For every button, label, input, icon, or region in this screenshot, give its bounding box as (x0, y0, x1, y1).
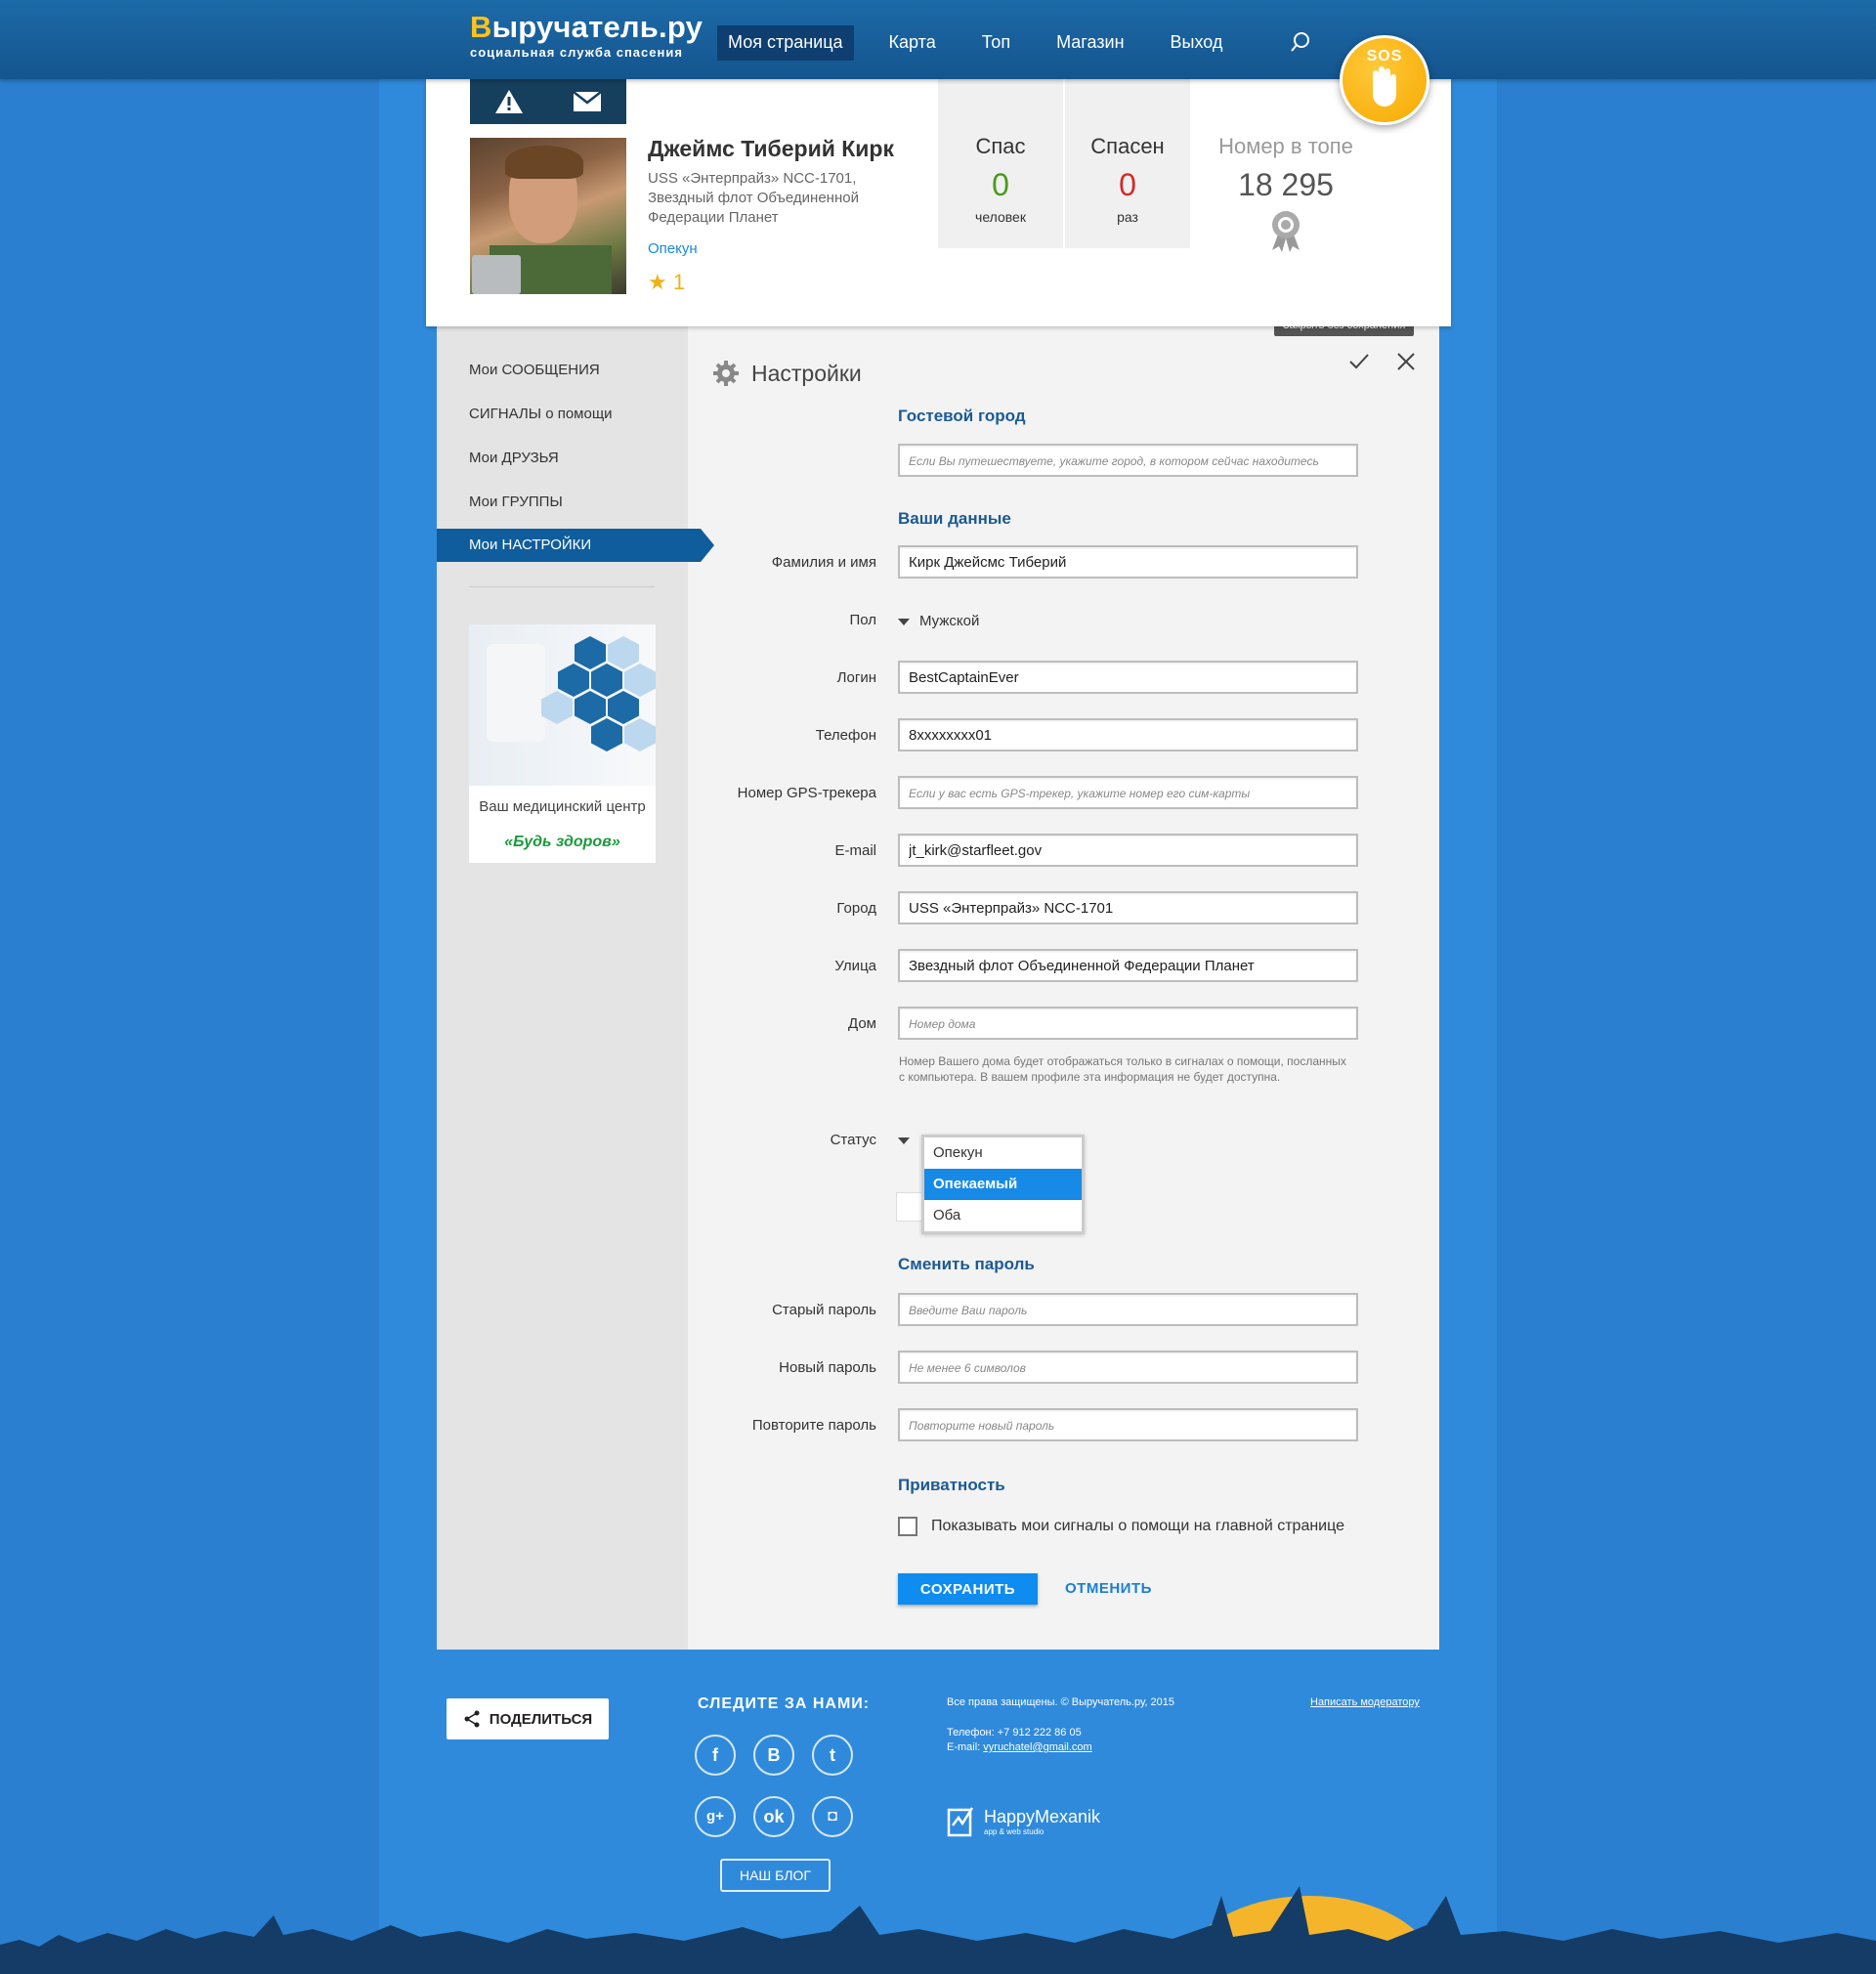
fullname-label: Фамилия и имя (771, 554, 876, 571)
profile-card: Джеймс Тиберий Кирк USS «Энтерпрайз» NCC… (426, 79, 1451, 326)
nav-logout[interactable]: Выход (1160, 25, 1234, 61)
nav-map[interactable]: Карта (878, 25, 947, 61)
ad-image (469, 624, 656, 786)
status-option[interactable]: Опекун (924, 1137, 1082, 1169)
nav-my-page[interactable]: Моя страница (717, 25, 854, 61)
star-icon: ★ (648, 270, 667, 294)
caret-down-icon (898, 1137, 910, 1144)
street-label: Улица (834, 958, 876, 974)
stat-rescued: Спасен 0 раз (1065, 79, 1190, 248)
login-label: Логин (836, 669, 876, 686)
profile-role[interactable]: Опекун (648, 240, 698, 257)
house-hint: Номер Вашего дома будет отображаться тол… (899, 1054, 1346, 1084)
street-field[interactable] (898, 949, 1358, 982)
nav-top[interactable]: Топ (971, 25, 1021, 61)
top-header: Выручатель.ру социальная служба спасения… (0, 0, 1876, 79)
google-plus-icon[interactable]: g+ (695, 1796, 736, 1837)
gear-icon (713, 361, 739, 386)
status-label: Статус (830, 1132, 876, 1148)
page-title: Настройки (751, 361, 862, 386)
repeat-password-label: Повторите пароль (751, 1417, 876, 1434)
logo-subtitle: социальная служба спасения (470, 45, 683, 60)
instagram-icon[interactable]: ◘ (812, 1796, 853, 1837)
hand-icon (1373, 66, 1396, 107)
studio-logo-icon (947, 1807, 974, 1837)
guest-city-heading: Гостевой город (898, 407, 1026, 425)
phone-label: Телефон (815, 727, 876, 744)
old-password-field[interactable] (898, 1293, 1358, 1326)
facebook-icon[interactable]: f (695, 1735, 736, 1776)
sidebar-item-signals[interactable]: СИГНАЛЫ о помощи (437, 398, 688, 431)
privacy-heading: Приватность (898, 1476, 1005, 1494)
cancel-button[interactable]: ОТМЕНИТЬ (1065, 1580, 1152, 1597)
mail-icon[interactable] (548, 79, 626, 124)
search-icon[interactable] (1290, 31, 1311, 53)
new-password-label: Новый пароль (779, 1359, 876, 1376)
twitter-icon[interactable]: t (812, 1735, 853, 1776)
stat-saved: Спас 0 человек (938, 79, 1063, 248)
your-data-heading: Ваши данные (898, 509, 1011, 528)
footer-phone: Телефон: +7 912 222 86 05 (947, 1727, 1082, 1738)
caret-down-icon (898, 618, 910, 625)
check-icon[interactable] (1348, 351, 1370, 372)
sidebar-item-groups[interactable]: Мои ГРУППЫ (437, 486, 688, 519)
alert-icon[interactable] (470, 79, 548, 124)
gender-select[interactable]: Мужской (898, 613, 979, 629)
gps-field[interactable] (898, 776, 1358, 809)
email-field[interactable] (898, 834, 1358, 867)
email-label: E-mail (834, 842, 876, 859)
login-field[interactable] (898, 661, 1358, 694)
site-logo[interactable]: Выручатель.ру социальная служба спасения (470, 10, 703, 60)
house-field[interactable] (898, 1007, 1358, 1040)
follow-heading: СЛЕДИТЕ ЗА НАМИ: (698, 1695, 871, 1712)
ad-banner[interactable]: Ваш медицинский центр «Будь здоров» (469, 624, 656, 863)
old-password-label: Старый пароль (772, 1302, 876, 1318)
gps-label: Номер GPS-трекера (737, 785, 876, 801)
status-option-selected[interactable]: Опекаемый (924, 1169, 1082, 1200)
odnoklassniki-icon[interactable]: ok (753, 1796, 794, 1837)
status-dropdown: Опекун Опекаемый Оба (921, 1135, 1085, 1234)
footer-email-link[interactable]: vyruchatel@gmail.com (983, 1741, 1091, 1753)
sidebar-item-friends[interactable]: Мои ДРУЗЬЯ (437, 442, 688, 475)
main-nav: Моя страница Карта Топ Магазин Выход (717, 25, 1258, 61)
share-button[interactable]: ПОДЕЛИТЬСЯ (447, 1698, 609, 1739)
top-rank: Номер в топе 18 295 (1188, 134, 1384, 257)
divider (469, 586, 655, 587)
studio-logo[interactable]: HappyMexanik app & web studio (947, 1804, 1100, 1839)
privacy-checkbox-label[interactable]: Показывать мои сигналы о помощи на главн… (931, 1518, 1344, 1535)
main-panel: Мои СООБЩЕНИЯ СИГНАЛЫ о помощи Мои ДРУЗЬ… (437, 315, 1439, 1650)
save-button[interactable]: СОХРАНИТЬ (898, 1573, 1038, 1605)
copyright: Все права защищены. © Выручатель.ру, 201… (947, 1696, 1174, 1708)
profile-description: USS «Энтерпрайз» NCC-1701, Звездный флот… (648, 170, 859, 226)
close-icon[interactable] (1395, 351, 1417, 372)
repeat-password-field[interactable] (898, 1408, 1358, 1441)
award-icon (1272, 211, 1300, 252)
profile-name: Джеймс Тиберий Кирк (648, 136, 894, 161)
vk-icon[interactable]: B (753, 1735, 794, 1776)
avatar (470, 138, 626, 294)
gender-label: Пол (849, 612, 876, 628)
sidebar: Мои СООБЩЕНИЯ СИГНАЛЫ о помощи Мои ДРУЗЬ… (437, 326, 714, 1650)
new-password-field[interactable] (898, 1351, 1358, 1384)
share-icon (464, 1710, 480, 1728)
moderator-link[interactable]: Написать модератору (1310, 1696, 1420, 1708)
grass-silhouette (0, 1886, 1876, 1974)
privacy-checkbox[interactable] (898, 1517, 917, 1536)
password-heading: Сменить пароль (898, 1255, 1035, 1273)
house-label: Дом (848, 1015, 876, 1032)
status-option[interactable]: Оба (924, 1200, 1082, 1231)
city-field[interactable] (898, 891, 1358, 924)
sidebar-item-messages[interactable]: Мои СООБЩЕНИЯ (437, 354, 688, 387)
status-select[interactable] (898, 1132, 919, 1148)
profile-actions (470, 79, 626, 124)
city-label: Город (836, 900, 876, 917)
profile-rating: ★ 1 (648, 270, 686, 294)
sos-button[interactable]: SOS (1340, 35, 1429, 125)
fullname-field[interactable] (898, 545, 1358, 579)
nav-shop[interactable]: Магазин (1045, 25, 1134, 61)
guest-city-input[interactable] (898, 444, 1358, 477)
footer-contacts: Все права защищены. © Выручатель.ру, 201… (947, 1696, 1174, 1753)
phone-field[interactable] (898, 718, 1358, 751)
